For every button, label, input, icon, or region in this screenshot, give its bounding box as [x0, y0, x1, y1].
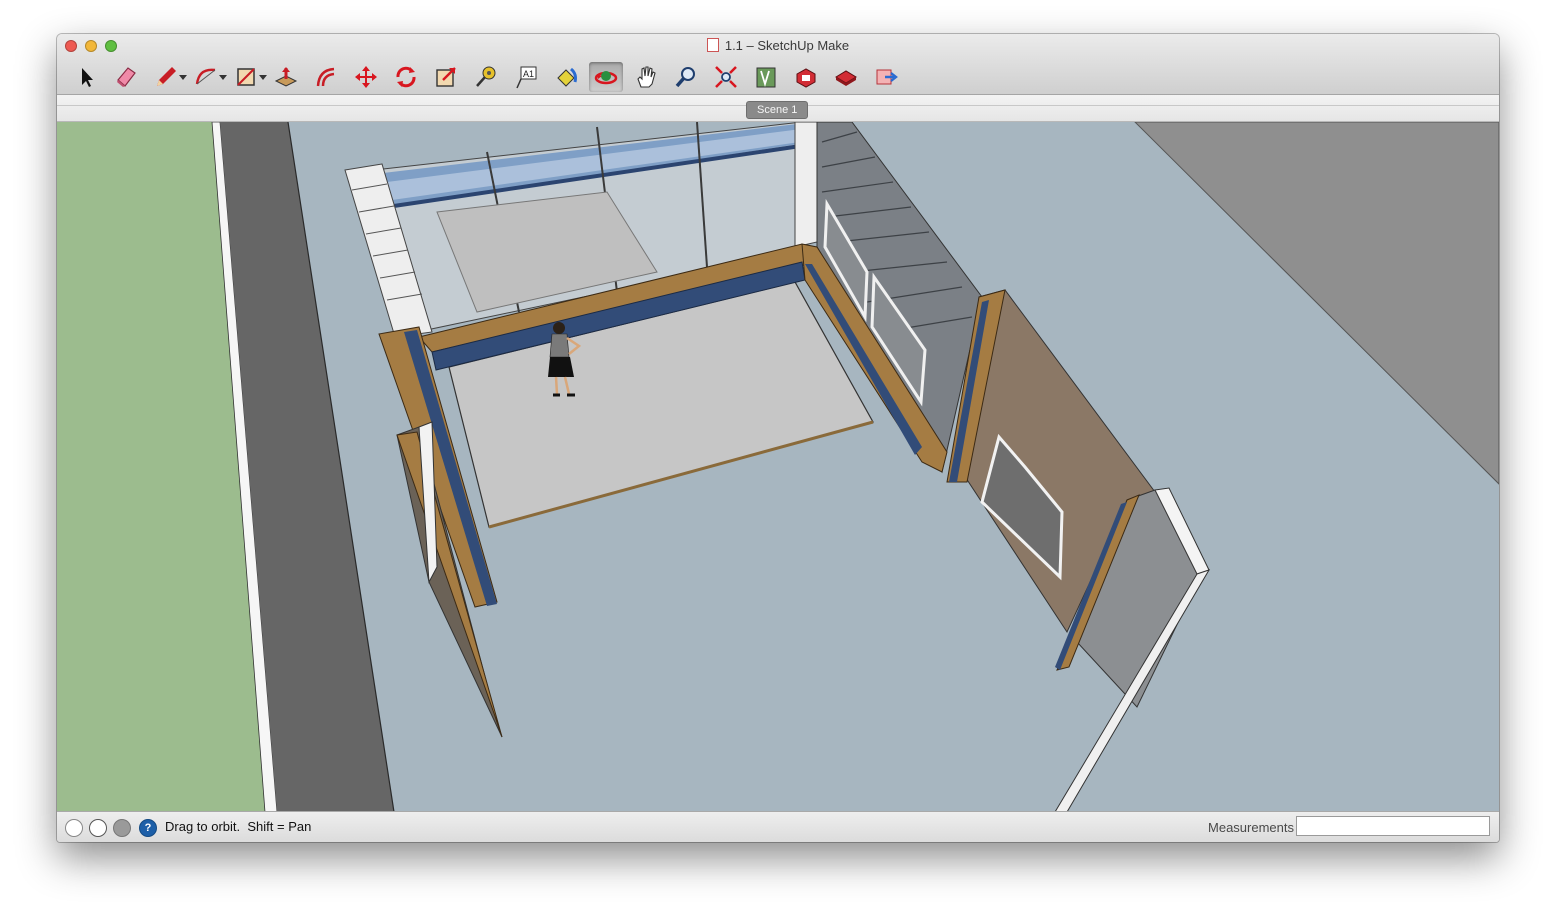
- push-pull-tool-button[interactable]: [269, 62, 303, 92]
- arc-tool-button[interactable]: [189, 62, 227, 92]
- right-block-column: [794, 122, 818, 248]
- paint-bucket-icon: [557, 67, 577, 87]
- person-skirt: [548, 357, 574, 377]
- offset-tool-button[interactable]: [309, 62, 343, 92]
- rectangle-icon: [237, 68, 255, 86]
- share-component-icon: [876, 69, 898, 85]
- magnifier-icon: [675, 67, 695, 88]
- tape-measure-tool-button[interactable]: [469, 62, 503, 92]
- move-arrows-icon: [355, 66, 377, 88]
- main-toolbar: A1: [69, 61, 909, 93]
- warehouse-icon: [756, 67, 776, 88]
- document-icon: [706, 38, 719, 52]
- window-title-container: 1.1 – SketchUp Make: [57, 38, 1499, 53]
- person-head: [553, 322, 565, 334]
- person-torso: [549, 333, 570, 358]
- title-bar: 1.1 – SketchUp Make A1: [57, 34, 1499, 95]
- help-icon[interactable]: ?: [139, 819, 157, 837]
- chevron-down-icon[interactable]: [179, 75, 187, 80]
- window-title: 1.1 – SketchUp Make: [724, 38, 850, 53]
- drawing-viewport[interactable]: [57, 122, 1499, 812]
- status-hint: Drag to orbit. Shift = Pan: [165, 819, 312, 834]
- eraser-tool-button[interactable]: [109, 62, 143, 92]
- tape-measure-icon: [476, 66, 496, 87]
- extension-warehouse-tool-button[interactable]: [789, 62, 823, 92]
- rotate-tool-button[interactable]: [389, 62, 423, 92]
- pan-tool-button[interactable]: [629, 62, 663, 92]
- arc-icon: [195, 68, 216, 85]
- zoom-extents-tool-button[interactable]: [709, 62, 743, 92]
- scale-icon: [436, 67, 456, 87]
- measurements-input[interactable]: [1296, 816, 1490, 836]
- line-tool-button[interactable]: [149, 62, 187, 92]
- rectangle-tool-button[interactable]: [229, 62, 267, 92]
- credits-icon[interactable]: [89, 819, 107, 837]
- scene-tab-1[interactable]: Scene 1: [746, 101, 809, 119]
- paint-bucket-tool-button[interactable]: [549, 62, 583, 92]
- offset-icon: [316, 67, 335, 87]
- push-pull-icon: [274, 67, 298, 87]
- scale-tool-button[interactable]: [429, 62, 463, 92]
- chevron-down-icon[interactable]: [219, 75, 227, 80]
- geo-location-icon[interactable]: [65, 819, 83, 837]
- status-bar: ? Drag to orbit. Shift = Pan Measurement…: [57, 811, 1499, 842]
- zoom-tool-button[interactable]: [669, 62, 703, 92]
- zoom-extents-icon: [715, 66, 737, 88]
- eraser-icon: [117, 67, 136, 87]
- orbit-tool-button[interactable]: [589, 62, 623, 92]
- share-model-tool-button[interactable]: [829, 62, 863, 92]
- extension-icon: [796, 68, 816, 88]
- sketchup-window: 1.1 – SketchUp Make A1 Scene 1 ? Drag to…: [57, 34, 1499, 842]
- 3d-warehouse-tool-button[interactable]: [749, 62, 783, 92]
- text-label-icon: A1: [516, 66, 537, 89]
- svg-text:A1: A1: [523, 69, 534, 79]
- select-tool-button[interactable]: [69, 62, 103, 92]
- orbit-icon: [594, 71, 618, 85]
- model-scene[interactable]: [57, 122, 1499, 812]
- share-model-icon: [835, 70, 857, 86]
- rotate-icon: [396, 66, 416, 88]
- hand-icon: [637, 66, 656, 88]
- measurements-label: Measurements: [1208, 820, 1294, 835]
- share-component-tool-button[interactable]: [869, 62, 903, 92]
- user-account-icon[interactable]: [113, 819, 131, 837]
- pencil-icon: [157, 67, 176, 86]
- arrow-cursor-icon: [82, 68, 93, 87]
- chevron-down-icon[interactable]: [259, 75, 267, 80]
- text-tool-button[interactable]: A1: [509, 62, 543, 92]
- scene-tabs-bar: Scene 1: [57, 95, 1499, 122]
- move-tool-button[interactable]: [349, 62, 383, 92]
